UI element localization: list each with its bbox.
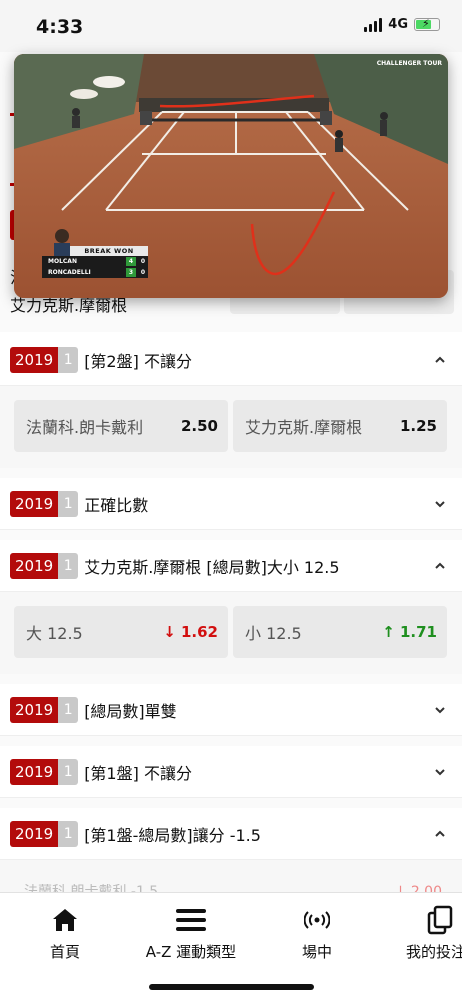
chevron-down-icon[interactable]: [432, 764, 448, 780]
bets-copy-icon: [402, 903, 462, 937]
odds-label: 艾力克斯.摩爾根: [245, 418, 363, 437]
nav-home[interactable]: 首頁: [32, 903, 98, 962]
player-points: 0: [140, 258, 146, 265]
player-points: 0: [140, 269, 146, 276]
nav-label: 首頁: [49, 943, 80, 961]
status-time: 4:33: [36, 16, 84, 38]
score-row: RONCADELLI 3 0: [42, 267, 148, 278]
odds-button[interactable]: 艾力克斯.摩爾根 1.25: [233, 400, 447, 452]
count-badge: 1: [58, 758, 79, 785]
player-games: 4: [126, 257, 136, 266]
network-type: 4G: [388, 17, 408, 32]
count-badge: 1: [58, 696, 79, 723]
year-badge: 2019: [10, 490, 59, 517]
odds-area: 大 12.5 ↓ 1.62 小 12.5 ↑ 1.71: [0, 592, 462, 674]
player-name: MOLCAN: [48, 258, 77, 265]
market-title: 正確比數: [84, 495, 149, 515]
score-row: MOLCAN 4 0: [42, 256, 148, 267]
count-badge: 1: [58, 490, 79, 517]
nav-label: 場中: [301, 943, 332, 961]
live-broadcast-icon: [284, 903, 350, 937]
scoreboard: BREAK WON MOLCAN 4 0 RONCADELLI 3 0: [42, 246, 148, 278]
year-badge: 2019: [10, 820, 59, 847]
chevron-up-icon[interactable]: [432, 352, 448, 368]
odds-button[interactable]: 大 12.5 ↓ 1.62: [14, 606, 228, 658]
live-video-player[interactable]: CHALLENGER TOUR BREAK WON MOLCAN 4 0 RON…: [14, 54, 448, 298]
market-title: [第1盤] 不讓分: [84, 763, 192, 783]
year-badge: 2019: [10, 346, 59, 373]
odds-area: 法蘭科.朗卡戴利 2.50 艾力克斯.摩爾根 1.25: [0, 386, 462, 468]
market-title: [第2盤] 不讓分: [84, 351, 192, 371]
count-badge: 1: [58, 820, 79, 847]
chevron-down-icon[interactable]: [432, 496, 448, 512]
nav-a-z-sports[interactable]: A-Z 運動類型: [132, 903, 250, 962]
year-badge: 2019: [10, 758, 59, 785]
market-header-correct-score[interactable]: 2019 1 正確比數: [0, 478, 462, 530]
odds-value: ↓ 1.62: [163, 623, 218, 641]
challenger-tour-logo: CHALLENGER TOUR: [376, 60, 442, 67]
home-indicator: [149, 984, 314, 990]
player-name: RONCADELLI: [48, 269, 91, 276]
market-title: 艾力克斯.摩爾根 [總局數]大小 12.5: [84, 557, 340, 577]
market-header-set1-moneyline[interactable]: 2019 1 [第1盤] 不讓分: [0, 746, 462, 798]
market-title: [第1盤-總局數]讓分 -1.5: [84, 825, 261, 845]
signal-icon: [364, 17, 383, 32]
player-games: 3: [126, 268, 136, 277]
market-header-set1-handicap[interactable]: 2019 1 [第1盤-總局數]讓分 -1.5: [0, 808, 462, 860]
odds-value: 1.25: [399, 417, 437, 435]
nav-label: A-Z 運動類型: [145, 943, 237, 961]
status-bar: 4:33 4G ⚡: [0, 0, 462, 52]
count-badge: 1: [58, 346, 79, 373]
odds-button[interactable]: 法蘭科.朗卡戴利 2.50: [14, 400, 228, 452]
odds-value: ↑ 1.71: [382, 623, 437, 641]
nav-live[interactable]: 場中: [284, 903, 350, 962]
market-title: [總局數]單雙: [84, 701, 177, 721]
count-badge: 1: [58, 552, 79, 579]
market-header-odd-even[interactable]: 2019 1 [總局數]單雙: [0, 684, 462, 736]
year-badge: 2019: [10, 552, 59, 579]
chevron-down-icon[interactable]: [432, 702, 448, 718]
odds-value: 2.50: [180, 417, 218, 435]
nav-my-bets[interactable]: 我的投注: [402, 903, 462, 962]
odds-label: 法蘭科.朗卡戴利: [26, 418, 144, 437]
market-header-total-games[interactable]: 2019 1 艾力克斯.摩爾根 [總局數]大小 12.5: [0, 540, 462, 592]
odds-button[interactable]: 小 12.5 ↑ 1.71: [233, 606, 447, 658]
chevron-up-icon[interactable]: [432, 826, 448, 842]
menu-icon: [132, 903, 250, 937]
odds-label: 大 12.5: [26, 624, 83, 643]
odds-label: 小 12.5: [245, 624, 302, 643]
break-won-label: BREAK WON: [70, 246, 148, 256]
market-header-set2-moneyline[interactable]: 2019 1 [第2盤] 不讓分: [0, 334, 462, 386]
home-icon: [32, 903, 98, 937]
year-badge: 2019: [10, 696, 59, 723]
partial-odds-label: 法蘭科.朗卡戴利 -1.5: [24, 884, 159, 892]
chevron-up-icon[interactable]: [432, 558, 448, 574]
partial-odds-value: ↓ 2.00: [394, 884, 442, 892]
battery-icon: ⚡: [414, 17, 440, 31]
nav-label: 我的投注: [406, 943, 462, 961]
